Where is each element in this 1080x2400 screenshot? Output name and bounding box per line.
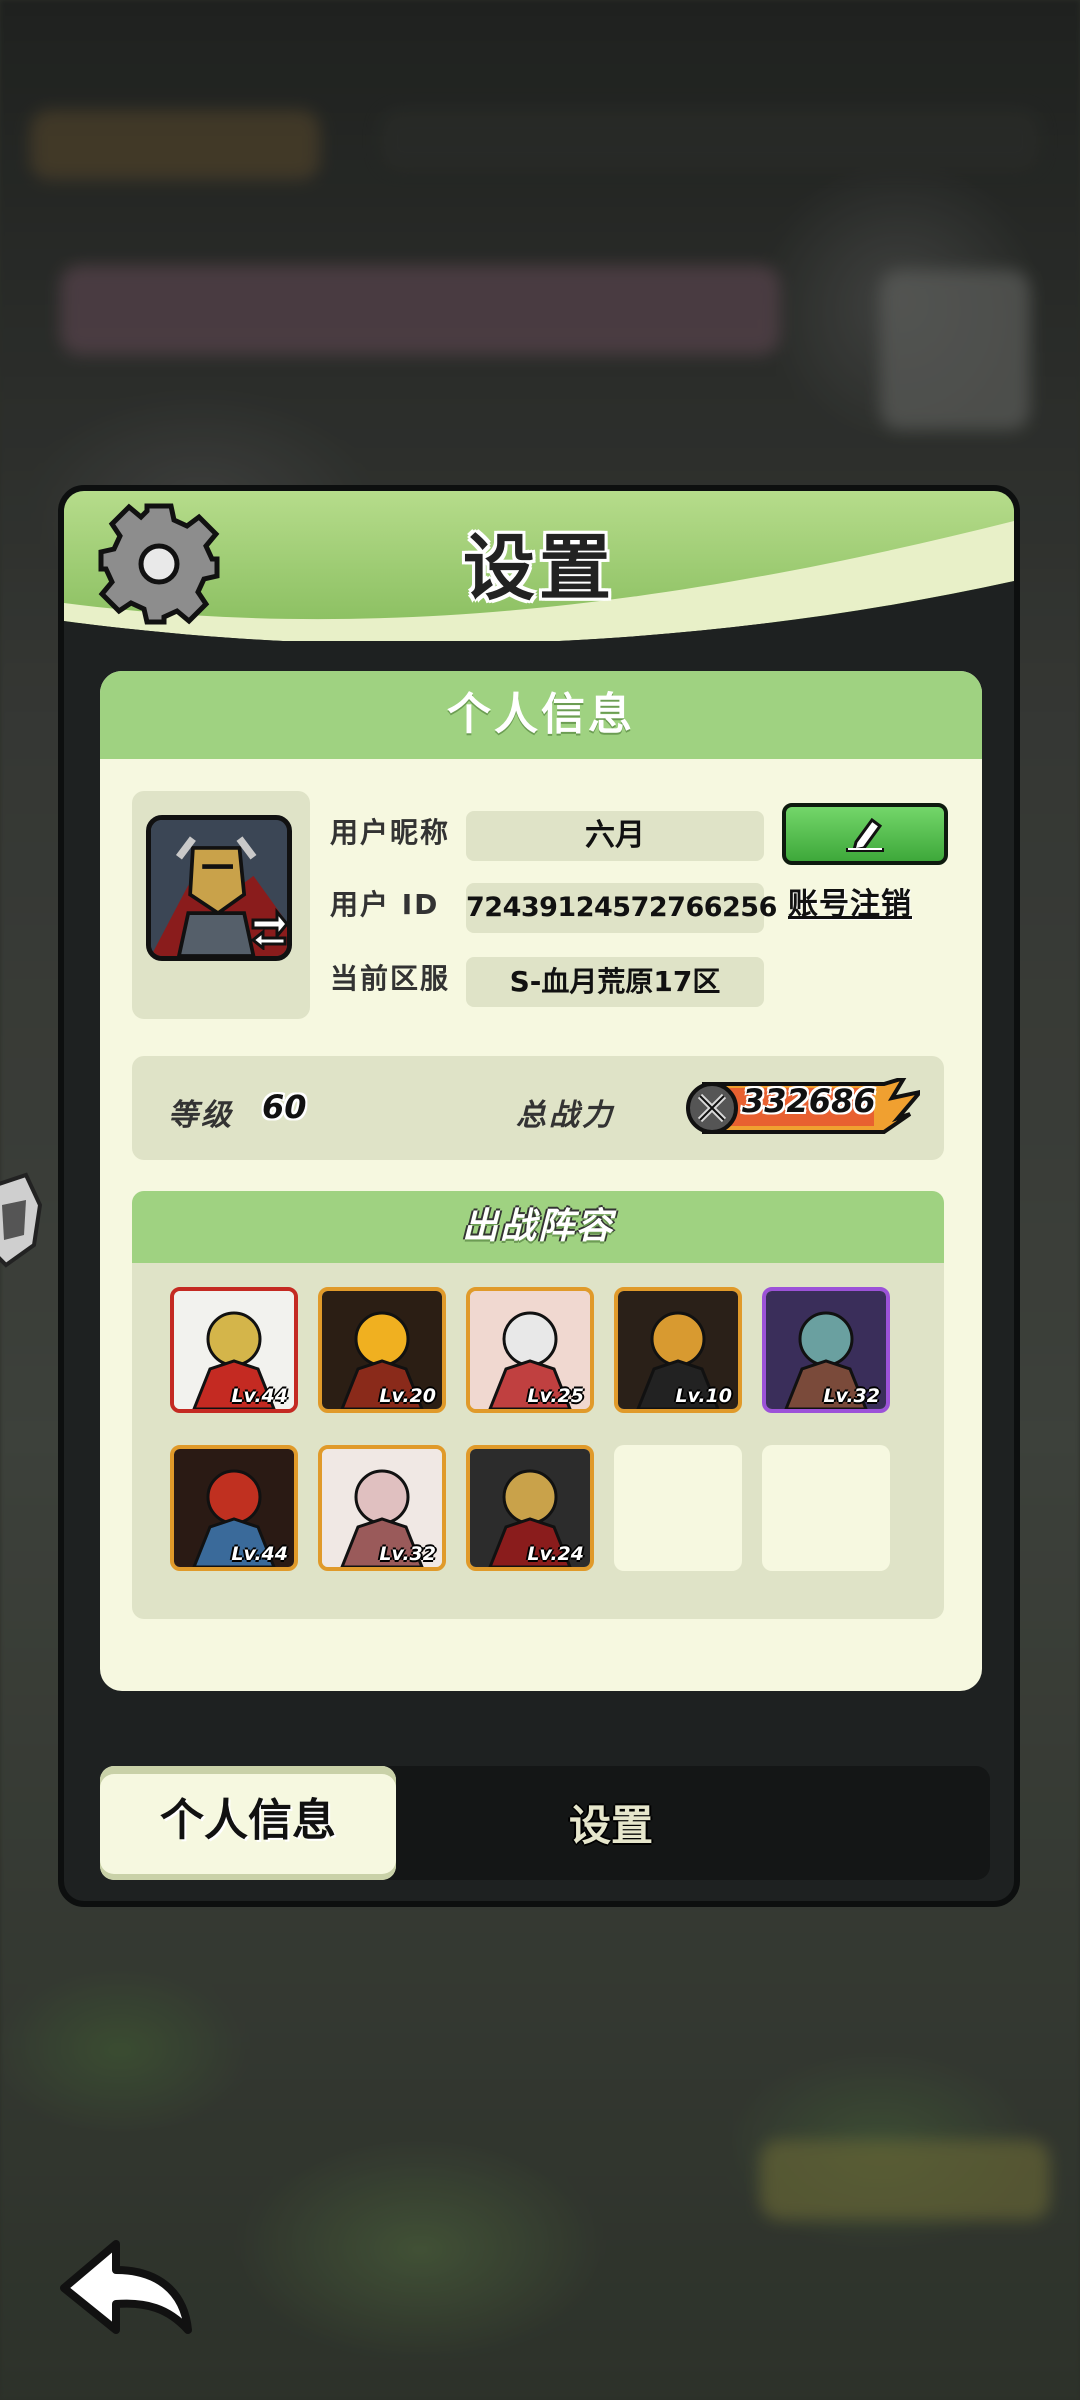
hero-slot[interactable]: Lv.32	[762, 1287, 890, 1413]
personal-info-card: 个人信息 用户昵称 六月 用户 ID 72439124572766256 账号注…	[100, 671, 982, 1691]
hero-level: Lv.32	[823, 1385, 880, 1407]
user-id-field: 72439124572766256	[466, 883, 777, 933]
personal-info-header: 个人信息	[100, 671, 982, 759]
tab-personal-info[interactable]: 个人信息	[100, 1766, 396, 1880]
account-deletion-link[interactable]: 账号注销	[788, 879, 912, 923]
settings-panel: 设置 个人信息 用户昵称 六月 用户 ID 72439124572766256 …	[58, 485, 1020, 1907]
hero-slot[interactable]: Lv.44	[170, 1287, 298, 1413]
tab-settings[interactable]: 设置	[516, 1766, 706, 1880]
hero-slot[interactable]: Lv.25	[466, 1287, 594, 1413]
side-widget-icon[interactable]	[0, 1165, 48, 1275]
power-value: 332686	[742, 1082, 876, 1120]
avatar-container	[132, 791, 310, 1019]
hero-slot[interactable]: Lv.44	[170, 1445, 298, 1571]
level-label: 等级	[168, 1098, 234, 1133]
battle-lineup: 出战阵容 Lv.44 Lv.20 Lv.25 Lv.10 Lv.32 Lv.44 Lv.32…	[132, 1191, 944, 1619]
hero-slot-empty[interactable]	[762, 1445, 890, 1571]
hero-level: Lv.24	[527, 1543, 584, 1565]
power-label: 总战力	[516, 1098, 615, 1133]
lineup-title: 出战阵容	[132, 1191, 944, 1263]
panel-title: 设置	[462, 526, 615, 610]
hero-level: Lv.20	[379, 1385, 436, 1407]
hero-slot-empty[interactable]	[614, 1445, 742, 1571]
hero-level: Lv.10	[675, 1385, 732, 1407]
hero-level: Lv.25	[527, 1385, 584, 1407]
hero-slot[interactable]: Lv.32	[318, 1445, 446, 1571]
user-id-label: 用户 ID	[330, 888, 440, 921]
hero-slot[interactable]: Lv.20	[318, 1287, 446, 1413]
hero-slot[interactable]: Lv.24	[466, 1445, 594, 1571]
server-label: 当前区服	[330, 962, 451, 995]
tab-bar: 个人信息 设置	[100, 1766, 990, 1880]
level-value: 60	[262, 1088, 307, 1126]
hero-level: Lv.32	[379, 1543, 436, 1565]
nickname-label: 用户昵称	[330, 816, 451, 849]
hero-level: Lv.44	[231, 1385, 288, 1407]
stats-bar: 等级 60 总战力 332686	[132, 1056, 944, 1160]
swap-icon[interactable]	[247, 906, 291, 950]
pencil-icon	[846, 817, 884, 852]
nickname-field: 六月	[466, 811, 764, 861]
edit-nickname-button[interactable]	[782, 803, 948, 865]
hero-level: Lv.44	[231, 1543, 288, 1565]
back-arrow-icon[interactable]	[56, 2230, 196, 2340]
server-field: S-血月荒原17区	[466, 957, 764, 1007]
hero-slot[interactable]: Lv.10	[614, 1287, 742, 1413]
